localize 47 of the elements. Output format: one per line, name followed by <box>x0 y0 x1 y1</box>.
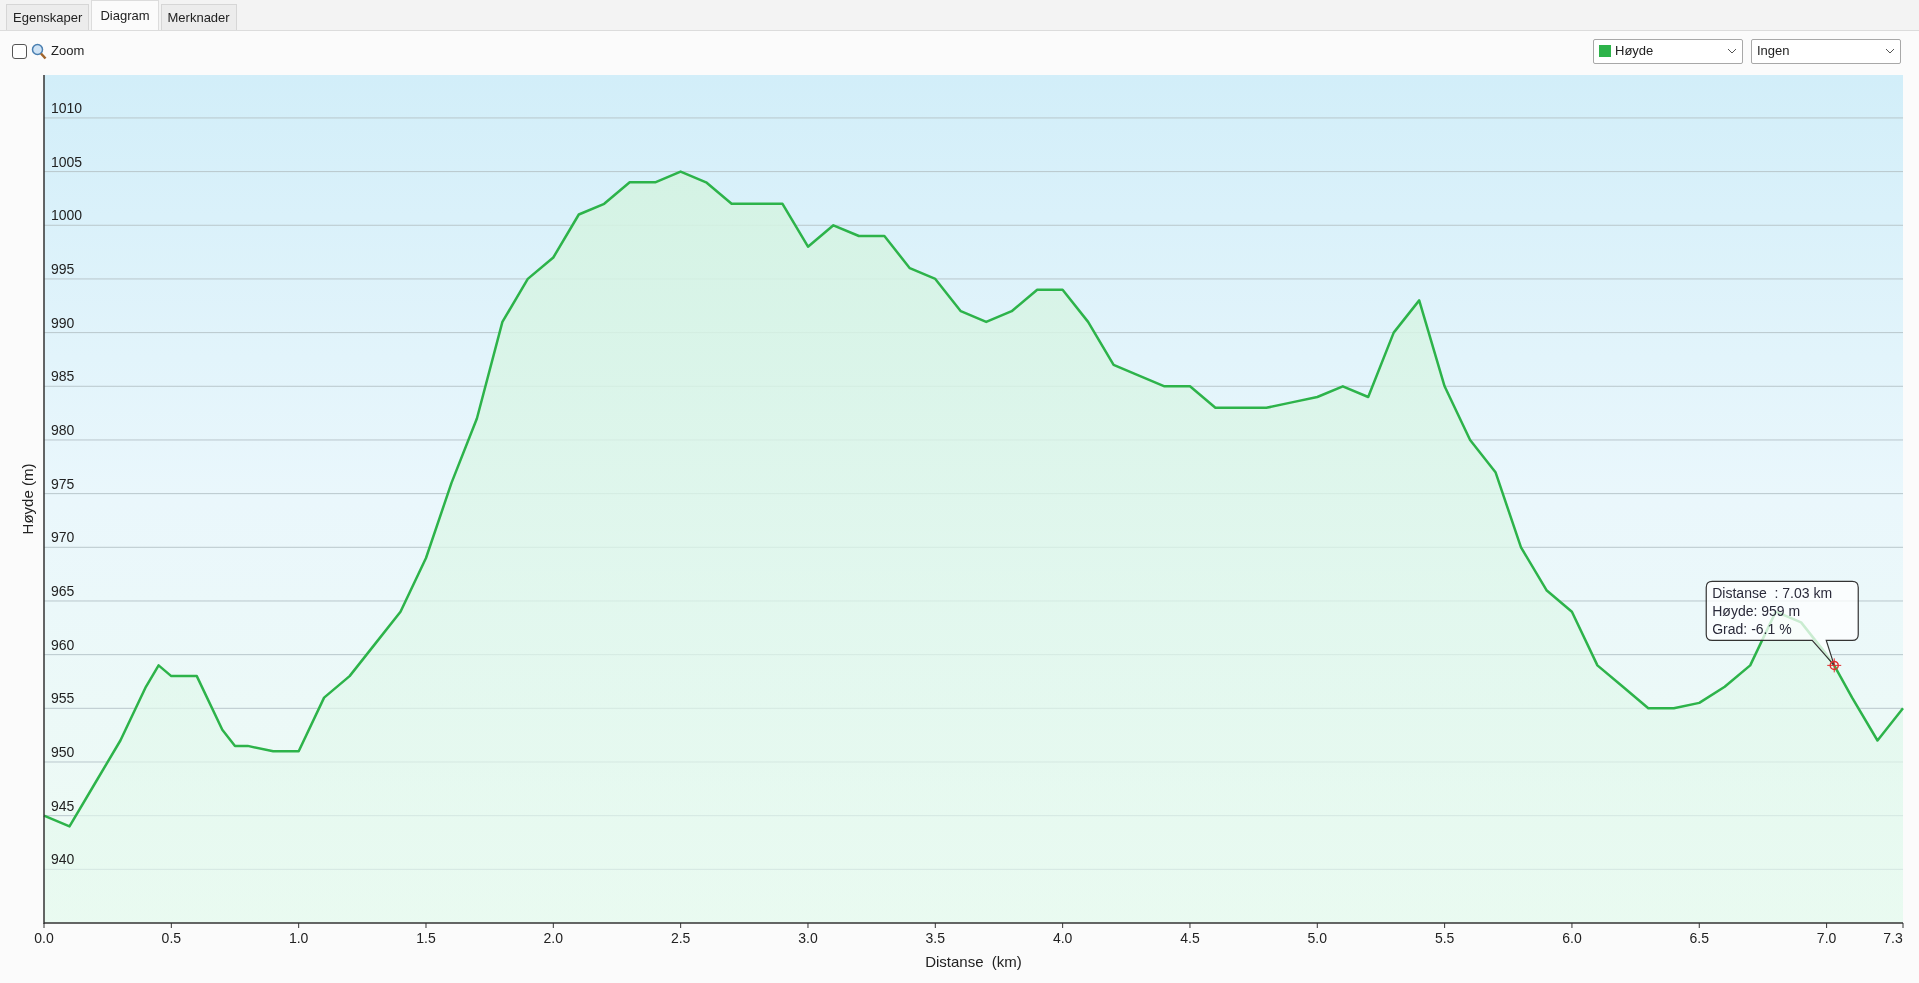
y-tick-label: 990 <box>51 314 75 331</box>
y-tick-label: 940 <box>51 851 75 868</box>
y-tick-label: 1010 <box>51 99 83 116</box>
y-tick-label: 1000 <box>51 207 83 224</box>
x-tick-label: 7.0 <box>1816 930 1837 946</box>
x-tick-label: 6.0 <box>1562 930 1582 946</box>
tab[interactable]: Diagram <box>91 0 159 30</box>
tab[interactable]: Merknader <box>160 4 237 30</box>
x-tick-label: 0.5 <box>161 930 182 946</box>
tooltip-text: Distanse : 7.03 km <box>1712 585 1833 602</box>
zoom-label: Zoom <box>51 42 85 61</box>
x-tick-label: 0.0 <box>34 930 54 946</box>
x-tick-label: 2.0 <box>543 930 564 946</box>
x-tick-label: 1.5 <box>416 930 436 946</box>
x-tick-label: 1.0 <box>288 930 309 946</box>
series-dropdown[interactable]: Ingen <box>1751 38 1901 64</box>
x-axis-title: Distanse (km) <box>925 953 1022 970</box>
x-tick-label: 5.0 <box>1307 930 1327 946</box>
magnifier-icon <box>31 42 47 60</box>
x-tick-label: 6.5 <box>1689 930 1709 946</box>
crosshair-marker-icon <box>1826 657 1842 673</box>
x-tick-label: 2.5 <box>670 930 691 946</box>
y-tick-label: 980 <box>51 421 75 438</box>
y-tick-label: 970 <box>51 529 75 546</box>
y-axis-title: Høyde (m) <box>19 463 36 535</box>
tab[interactable]: Egenskaper <box>6 4 90 30</box>
series-dropdown[interactable]: Høyde <box>1593 38 1743 64</box>
tooltip-text: Høyde: 959 m <box>1712 603 1801 620</box>
x-tick-label: 4.5 <box>1180 930 1200 946</box>
x-tick-label: 3.5 <box>925 930 946 946</box>
y-tick-label: 950 <box>51 744 75 760</box>
y-tick-label: 965 <box>51 582 75 599</box>
chevron-down-icon <box>1727 48 1737 54</box>
y-tick-label: 945 <box>51 797 75 814</box>
tooltip-text: Grad: -6.1 % <box>1712 621 1792 638</box>
y-tick-label: 955 <box>51 690 75 707</box>
x-tick-label: 7.3 <box>1883 930 1903 946</box>
x-tick-label: 5.5 <box>1434 930 1455 946</box>
y-tick-label: 985 <box>51 368 75 385</box>
x-tick-label: 4.0 <box>1052 930 1073 946</box>
y-tick-label: 1005 <box>51 153 83 170</box>
chevron-down-icon <box>1885 48 1895 54</box>
x-tick-label: 3.0 <box>798 930 818 946</box>
y-tick-label: 960 <box>51 636 75 653</box>
y-tick-label: 995 <box>51 260 75 277</box>
zoom-checkbox[interactable] <box>12 43 27 59</box>
y-tick-label: 975 <box>51 475 75 492</box>
